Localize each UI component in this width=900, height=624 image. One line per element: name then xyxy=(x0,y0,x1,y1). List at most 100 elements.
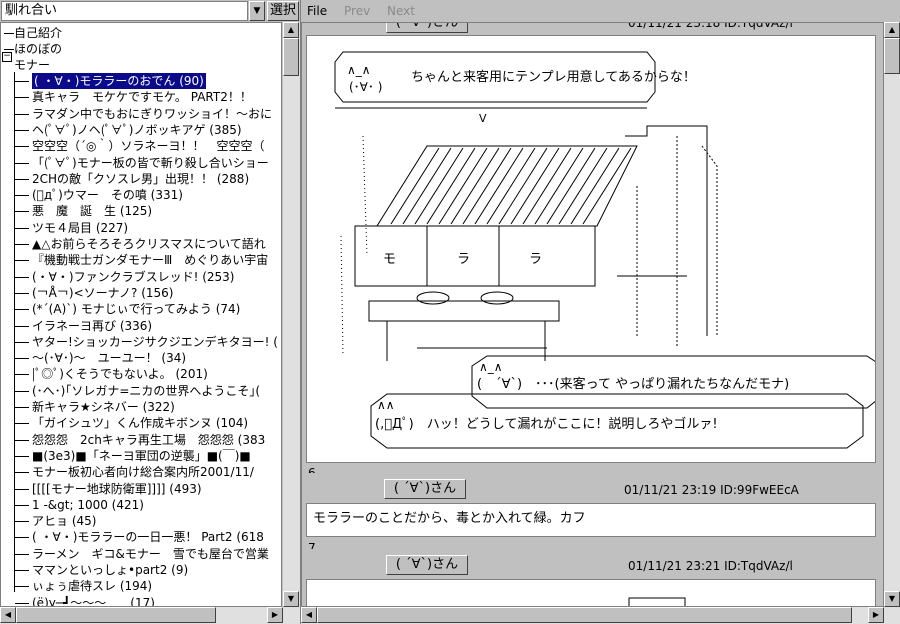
scroll-up-icon[interactable]: ▲ xyxy=(283,22,299,38)
tree-item[interactable]: ツモ４局目 (227) xyxy=(1,220,281,236)
tree-connector-line xyxy=(15,162,29,164)
tree-item-label: 『機動戦士ガンダモナーⅢ めぐりあい宇宙 xyxy=(32,253,269,268)
tree-item[interactable]: アヒョ (45) xyxy=(1,513,281,529)
tree-item[interactable]: ～(･∀･)～ ユーユー！ (34) xyxy=(1,350,281,366)
aa-speech-1: ちゃんと来客用にテンプレ用意してあるからな！ xyxy=(411,70,696,85)
aa-face-1-body: (･∀･ ) xyxy=(349,80,383,94)
tree-item-label: ( ・∀・)モララーのおでん (90) xyxy=(32,73,206,89)
tree-item-label: モナー板初心者向け総合案内所2001/11/ xyxy=(32,465,254,480)
tree-item[interactable]: 『機動戦士ガンダモナーⅢ めぐりあい宇宙 xyxy=(1,252,281,268)
tree-item-honobono[interactable]: ほのぼの xyxy=(1,41,281,57)
tree-item[interactable]: 2CHの敵「クソスレ男」出現！！ (288) xyxy=(1,171,281,187)
poster-name-button[interactable]: ( ´∀`)さん xyxy=(386,555,468,575)
poster-name-button[interactable]: ( ´∀`)さん xyxy=(386,23,468,33)
tree-item[interactable]: ママンといっしょ•part2 (9) xyxy=(1,562,281,578)
tree-item-label: (ё)y─┛～～～ (17) xyxy=(32,595,155,607)
tree-connector-line xyxy=(15,455,29,457)
tree-item[interactable]: ( ・∀・)モララーの一日一悪！ Part2 (618 xyxy=(1,529,281,545)
tree-connector-line xyxy=(15,374,29,376)
shop-sign-ra: ラ xyxy=(529,252,543,267)
tree-item[interactable]: ぃょぅ虐待スレ (194) xyxy=(1,578,281,594)
tree-horizontal-scrollbar[interactable]: ◀ ▶ xyxy=(0,607,300,624)
tree-item-label: ■(3e3)■「ネーヨ軍団の逆襲」■(￣)■ xyxy=(32,448,251,463)
tree-item-label: (･へ･)｢ソレガナ=ニカの世界へようこそ｣( xyxy=(32,383,261,398)
tree-item[interactable]: (･へ･)｢ソレガナ=ニカの世界へようこそ｣( xyxy=(1,383,281,399)
tree-item[interactable]: モナー板初心者向け総合案内所2001/11/ xyxy=(1,464,281,480)
menu-next[interactable]: Next xyxy=(387,4,415,18)
scrollbar-thumb[interactable] xyxy=(283,38,299,76)
tree-item[interactable]: 1 -&gt; 1000 (421) xyxy=(1,497,281,513)
tree-item[interactable]: (*´(A)`) モナじぃで行ってみよう (74) xyxy=(1,301,281,317)
thread-horizontal-scrollbar[interactable]: ◀ ▶ xyxy=(301,607,900,624)
tree-item[interactable]: ラーメン ギコ&モナー 雪でも屋台で営業 xyxy=(1,546,281,562)
scroll-down-icon[interactable]: ▼ xyxy=(283,591,299,607)
scroll-down-icon[interactable]: ▼ xyxy=(884,591,900,607)
post-body-aa: V ∧_∧ (･∀･) ちゃんと来客用にテンプレ用意してあるからな！ モ ラ … xyxy=(306,35,876,463)
tree-item[interactable]: ■(3e3)■「ネーヨ軍団の逆襲」■(￣)■ xyxy=(1,448,281,464)
poster-name-button[interactable]: ( ´∀`)さん xyxy=(384,479,466,499)
tree-vertical-scrollbar[interactable]: ▲ ▼ xyxy=(283,22,300,607)
tree-item[interactable]: |ﾟ◎ﾟ)くそうでもないよ。 (201) xyxy=(1,366,281,382)
tree-item-label: 自己紹介 xyxy=(14,26,63,40)
select-button[interactable]: 選択 xyxy=(267,1,299,21)
tree-item-label: 「(ﾟ∀ﾟ)モナー板の皆で斬り殺し合いショー xyxy=(32,155,269,170)
tree-item[interactable]: ラマダン中でもおにぎりワッショイ！～おに xyxy=(1,106,281,122)
post-header: ( ´∀`)さん 01/11/21 23:21 ID:TqdVAz/l xyxy=(306,549,876,577)
scroll-left-icon[interactable]: ◀ xyxy=(301,607,317,623)
tree-item[interactable]: 真キャラ モケケですモケ。 PART2！！ xyxy=(1,89,281,105)
aa-face-2: ∧_∧ xyxy=(479,360,503,374)
tree-item-label: ヘ(ﾟ∀ﾟ)ノヘ(ﾟ∀ﾟ)ノボッキアゲ (385) xyxy=(32,122,242,137)
tree-item[interactable]: 怨怨怨 2chキャラ再生工場 怨怨怨 (383 xyxy=(1,432,281,448)
board-select[interactable]: 馴れ合い xyxy=(1,1,248,21)
scroll-right-icon[interactable]: ▶ xyxy=(267,607,283,623)
tree-connector-line xyxy=(15,178,29,180)
scrollbar-thumb[interactable] xyxy=(317,607,852,623)
scroll-right-icon[interactable]: ▶ xyxy=(868,607,884,623)
tree-item[interactable]: 「(ﾟ∀ﾟ)モナー板の皆で斬り殺し合いショー xyxy=(1,155,281,171)
tree-item[interactable]: [[[[モナー地球防衛軍]]]] (493) xyxy=(1,481,281,497)
scrollbar-thumb[interactable] xyxy=(884,38,900,74)
tree-connector-line xyxy=(15,570,29,571)
tree-item-label: ツモ４局目 (227) xyxy=(32,220,129,235)
scrollbar-thumb[interactable] xyxy=(16,607,216,623)
tree-item[interactable]: 悪 魔 誕 生 (125) xyxy=(1,203,281,219)
tree-item[interactable]: (ё)y─┛～～～ (17) xyxy=(1,595,281,607)
tree-item[interactable]: ヤター!ショッカージサクジエンデキタヨー! ( xyxy=(1,334,281,350)
tree-item-label: ( ・∀・)モララーの一日一悪！ Part2 (618 xyxy=(32,530,264,545)
menu-prev[interactable]: Prev xyxy=(344,4,370,18)
thread-vertical-scrollbar[interactable]: ▲ ▼ xyxy=(884,22,900,607)
tree-item[interactable]: 新キャラ★シネバー (322) xyxy=(1,399,281,415)
tree-item-label: イラネーヨ再び (336) xyxy=(32,318,153,333)
tree-connector-line xyxy=(15,97,29,99)
tree-item-label: 悪 魔 誕 生 (125) xyxy=(32,204,153,219)
tree-item[interactable]: (・∀・)ファンクラブスレッド! (253) xyxy=(1,269,281,285)
scroll-left-icon[interactable]: ◀ xyxy=(0,607,16,623)
tree-item-label: 2CHの敵「クソスレ男」出現！！ (288) xyxy=(32,171,250,186)
tree-item[interactable]: (￢Å￢)<ソーナノ? (156) xyxy=(1,285,281,301)
tree-item-label: 怨怨怨 2chキャラ再生工場 怨怨怨 (383 xyxy=(32,432,266,447)
collapse-icon[interactable]: − xyxy=(2,52,12,62)
tree-connector-line xyxy=(15,553,29,555)
tree-item[interactable]: イラネーヨ再び (336) xyxy=(1,318,281,334)
tree-item-self-intro[interactable]: 自己紹介 xyxy=(1,25,281,41)
tree-connector-line xyxy=(15,586,29,588)
svg-text:V: V xyxy=(479,112,487,125)
tree-item[interactable]: ヘ(ﾟ∀ﾟ)ノヘ(ﾟ∀ﾟ)ノボッキアゲ (385) xyxy=(1,122,281,138)
tree-connector-line xyxy=(15,602,29,604)
chevron-down-icon[interactable]: ▼ xyxy=(249,1,265,21)
tree-connector-line xyxy=(15,195,29,197)
tree-item[interactable]: 「ガイシュツ」くん作成キボンヌ (104) xyxy=(1,415,281,431)
tree-item[interactable]: (ﾟдﾟ)ウマー その噴 (331) xyxy=(1,187,281,203)
tree-item[interactable]: ▲△お前らそろそろクリスマスについて語れ xyxy=(1,236,281,252)
tree-item[interactable]: ( ・∀・)モララーのおでん (90) xyxy=(1,73,281,89)
tree-item-label: ほのぼの xyxy=(14,42,63,56)
tree-item[interactable]: 空空空（´◎｀）ソラネーヨ！！ 空空空（ xyxy=(1,138,281,154)
tree-connector-line xyxy=(15,81,29,82)
scroll-up-icon[interactable]: ▲ xyxy=(884,22,900,38)
tree-connector-line xyxy=(15,146,29,148)
tree-item-label: アヒョ (45) xyxy=(32,514,97,529)
tree-connector-line xyxy=(15,341,29,343)
tree-connector-line xyxy=(15,227,29,229)
menu-file[interactable]: File xyxy=(307,4,327,18)
tree-category-mona[interactable]: モナー xyxy=(1,57,281,73)
